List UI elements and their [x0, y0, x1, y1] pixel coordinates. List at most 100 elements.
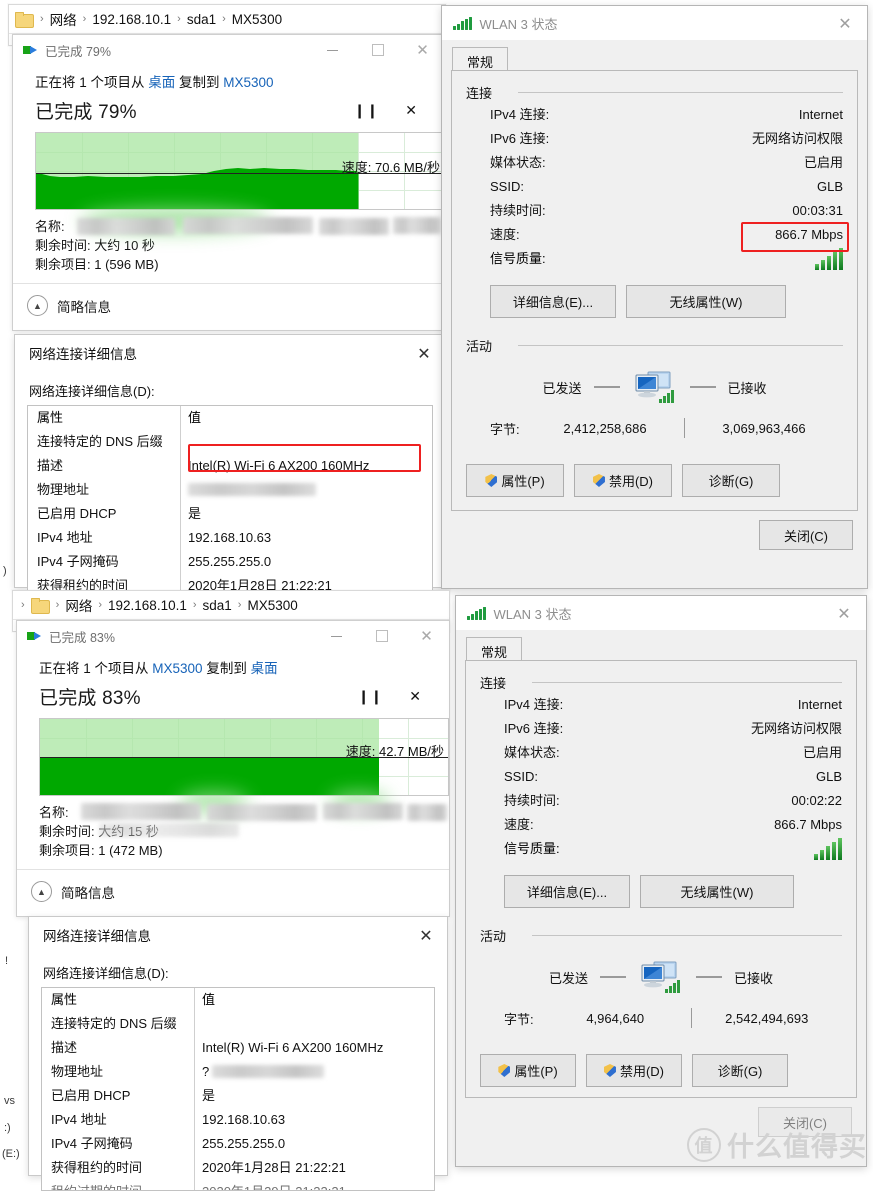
minimize-button[interactable] [314, 621, 359, 651]
breadcrumb-top[interactable]: › 网络 › 192.168.10.1 › sda1 › MX5300 [9, 5, 445, 34]
row-value: 已启用 [802, 745, 842, 760]
table-row[interactable]: 获得租约的时间 2020年1月28日 21:22:21 [42, 1156, 434, 1180]
network-details-subtitle-top: 网络连接详细信息(D): [29, 384, 155, 399]
row-key: 物理地址 [37, 482, 90, 497]
copy-dest-link[interactable]: MX5300 [223, 75, 273, 90]
table-header-row: 属性 值 [42, 988, 434, 1012]
breadcrumb-item-mx5300[interactable]: MX5300 [232, 12, 282, 27]
disable-button[interactable]: 禁用(D) [586, 1054, 682, 1087]
diagnose-button[interactable]: 诊断(G) [692, 1054, 788, 1087]
wireless-properties-button[interactable]: 无线属性(W) [640, 875, 794, 908]
close-icon[interactable]: ✕ [822, 596, 866, 630]
folder-icon [15, 12, 34, 28]
breadcrumb-bottom[interactable]: › › 网络 › 192.168.10.1 › sda1 › MX5300 [13, 591, 449, 620]
breadcrumb-item-sda1[interactable]: sda1 [203, 598, 232, 613]
breadcrumb-item-network[interactable]: 网络 [65, 595, 92, 615]
table-row[interactable]: 描述 Intel(R) Wi-Fi 6 AX200 160MHz [42, 1036, 434, 1060]
folder-icon [30, 598, 50, 614]
maximize-button[interactable] [355, 35, 400, 65]
table-row[interactable]: 已启用 DHCP 是 [42, 1084, 434, 1108]
breadcrumb-item-network[interactable]: 网络 [50, 9, 77, 29]
row-key: IPv4 子网掩码 [37, 554, 119, 569]
wlan-titlebar-top: WLAN 3 状态 ✕ [442, 6, 867, 40]
row-key: 持续时间: [490, 203, 546, 218]
row-key: IPv4 连接: [504, 697, 564, 712]
row-key: 租约过期的时间 [42, 1180, 194, 1190]
cancel-button[interactable]: ✕ [405, 102, 417, 119]
wifi-signal-icon [453, 16, 472, 30]
close-icon[interactable]: ✕ [823, 6, 867, 40]
copy-mid: 复制到 [175, 75, 224, 90]
table-row[interactable]: 租约过期的时间 2020年1月29日 21:22:21 [42, 1180, 434, 1190]
copy-source-link[interactable]: 桌面 [148, 75, 175, 90]
copy-source-link[interactable]: MX5300 [152, 661, 202, 676]
minimize-button[interactable] [310, 35, 355, 65]
row-key: IPv4 地址 [51, 1112, 107, 1127]
brief-info-toggle-bottom[interactable]: ▲ 简略信息 [17, 870, 449, 902]
table-row[interactable]: 已启用 DHCP 是 [28, 502, 432, 526]
row-value: 2020年1月29日 21:22:21 [194, 1180, 434, 1190]
table-row[interactable]: 物理地址 [28, 478, 432, 502]
shield-icon [485, 474, 497, 487]
activity-diagram-top: 已发送 已接收 [466, 356, 843, 404]
received-label: 已接收 [727, 380, 767, 396]
copy-description-bottom: 正在将 1 个项目从 MX5300 复制到 桌面 [39, 657, 427, 677]
close-icon[interactable]: ✕ [405, 917, 447, 953]
row-value: GLB [816, 179, 843, 194]
row-key: IPv4 连接: [490, 107, 550, 122]
activity-diagram-bottom: 已发送 已接收 [480, 946, 842, 994]
wireless-properties-button[interactable]: 无线属性(W) [626, 285, 786, 318]
close-button[interactable]: ✕ [400, 35, 445, 65]
row-value: 2020年1月28日 21:22:21 [202, 1160, 346, 1175]
sent-label: 已发送 [548, 970, 588, 986]
breadcrumb-item-mx5300[interactable]: MX5300 [247, 598, 297, 613]
properties-button[interactable]: 属性(P) [480, 1054, 576, 1087]
copy-progress-dialog-top: 已完成 79% ✕ 正在将 1 个项目从 桌面 复制到 MX5300 已完成 7… [12, 34, 446, 331]
row-key: SSID: [490, 179, 524, 194]
disable-button[interactable]: 禁用(D) [574, 464, 672, 497]
table-row[interactable]: IPv4 子网掩码 255.255.255.0 [28, 550, 432, 574]
received-label: 已接收 [734, 970, 774, 986]
row-ipv6-connectivity: IPv6 连接: 无网络访问权限 [466, 127, 843, 151]
cancel-button[interactable]: ✕ [409, 688, 421, 705]
table-row[interactable]: IPv4 地址 192.168.10.63 [42, 1108, 434, 1132]
network-details-title: 网络连接详细信息 [43, 929, 151, 944]
table-row[interactable]: IPv4 子网掩码 255.255.255.0 [42, 1132, 434, 1156]
details-button[interactable]: 详细信息(E)... [490, 285, 616, 318]
row-key: 描述 [51, 1040, 78, 1055]
close-dialog-button[interactable]: 关闭(C) [759, 520, 853, 550]
copy-dest-link[interactable]: 桌面 [251, 661, 278, 676]
close-button[interactable]: ✕ [404, 621, 449, 651]
copy-icon [23, 44, 38, 56]
bytes-label: 字节: [490, 421, 520, 437]
maximize-button[interactable] [359, 621, 404, 651]
properties-button[interactable]: 属性(P) [466, 464, 564, 497]
watermark: 值 什么值得买 [687, 1125, 867, 1164]
breadcrumb-item-ip[interactable]: 192.168.10.1 [108, 598, 187, 613]
table-row[interactable]: IPv4 地址 192.168.10.63 [28, 526, 432, 550]
chevron-up-icon: ▲ [31, 881, 52, 902]
breadcrumb-item-sda1[interactable]: sda1 [187, 12, 216, 27]
row-duration: 持续时间: 00:02:22 [480, 789, 842, 813]
pause-button[interactable]: ❙❙ [354, 102, 379, 119]
breadcrumb-separator: › [98, 599, 103, 611]
transfer-speed-graph-bottom: 速度: 42.7 MB/秒 [39, 718, 449, 796]
tabstrip-top: 常规 [442, 40, 867, 76]
table-row[interactable]: 描述 Intel(R) Wi-Fi 6 AX200 160MHz [28, 454, 432, 478]
breadcrumb-item-ip[interactable]: 192.168.10.1 [92, 12, 171, 27]
table-row[interactable]: 连接特定的 DNS 后缀 [42, 1012, 434, 1036]
details-button[interactable]: 详细信息(E)... [504, 875, 630, 908]
pause-button[interactable]: ❙❙ [358, 688, 383, 705]
row-value: 是 [202, 1088, 216, 1103]
row-value-description: Intel(R) Wi-Fi 6 AX200 160MHz [202, 1040, 384, 1055]
copy-percent-label: 已完成 79% [35, 102, 137, 123]
background-text-fragment-3: vs [4, 1095, 15, 1107]
diagnose-button[interactable]: 诊断(G) [682, 464, 780, 497]
table-row[interactable]: 物理地址 ? [42, 1060, 434, 1084]
close-icon[interactable]: ✕ [403, 335, 445, 371]
signal-label: 信号质量: [490, 251, 546, 266]
table-header-row: 属性 值 [28, 406, 432, 430]
table-row[interactable]: 连接特定的 DNS 后缀 [28, 430, 432, 454]
close-row-top: 关闭(C) [442, 520, 867, 562]
brief-info-toggle-top[interactable]: ▲ 简略信息 [13, 284, 445, 316]
